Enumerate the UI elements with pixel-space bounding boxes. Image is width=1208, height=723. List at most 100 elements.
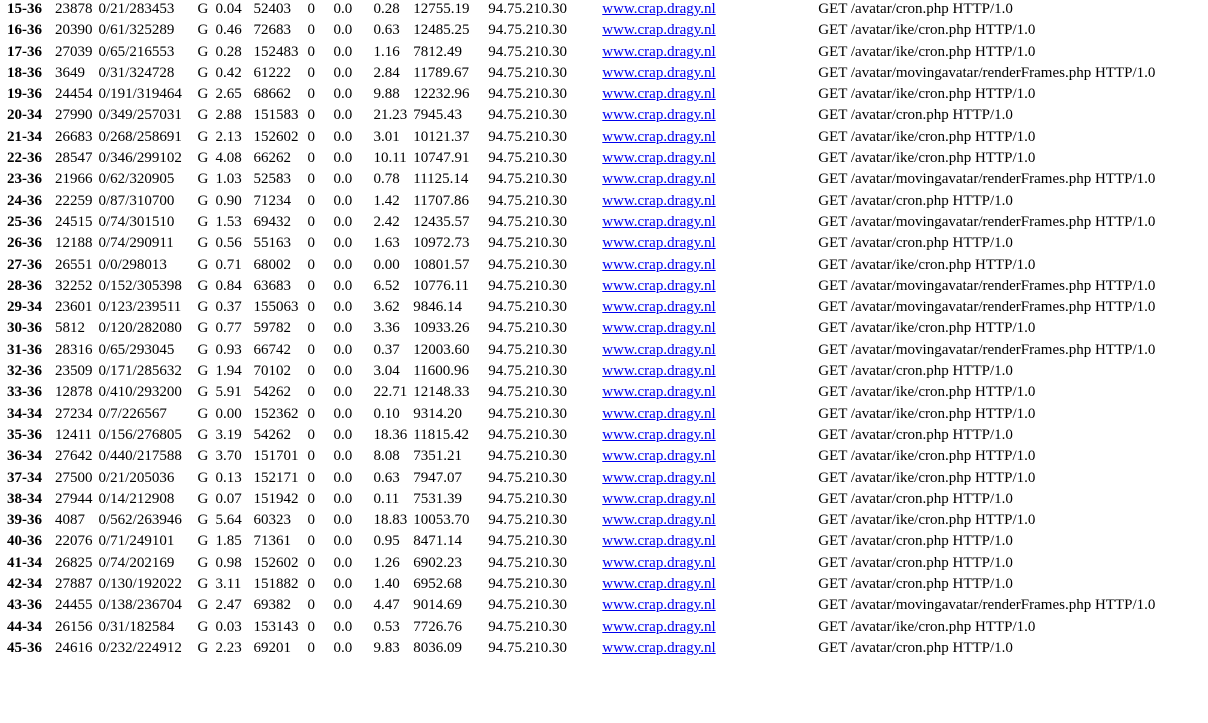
vhost-link[interactable]: www.crap.dragy.nl (602, 470, 715, 486)
vhost-link[interactable]: www.crap.dragy.nl (602, 619, 715, 635)
conn-kb-cell: 0.0 (333, 618, 353, 635)
conn-kb-cell: 0.0 (333, 235, 353, 252)
vhost-cell: www.crap.dragy.nl (600, 234, 814, 253)
table-row: 17-36 27039 0/65/216553 G 0.28 152483 0 0.0 1.16… (5, 43, 1180, 62)
access-count-cell: 0/65/216553 (98, 43, 175, 60)
child-mb-cell: 2.42 (373, 213, 400, 230)
server-number-cell: 45-36 (7, 639, 42, 656)
table-row: 18-36 3649 0/31/324728 G 0.42 61222 0 0.0 2.84 11… (5, 64, 1180, 83)
vhost-link[interactable]: www.crap.dragy.nl (602, 427, 715, 443)
seconds-since-cell: 155063 (253, 299, 299, 316)
client-ip-cell: 94.75.210.30 (488, 469, 567, 486)
server-number-cell: 31-36 (7, 341, 42, 358)
request-ms-cell: 0 (307, 512, 316, 529)
table-row: 28-36 32252 0/152/305398 G 0.84 63683 0 0.0 6.52… (5, 277, 1180, 296)
conn-kb-cell: 0.0 (333, 512, 353, 529)
vhost-link[interactable]: www.crap.dragy.nl (602, 320, 715, 336)
conn-kb-cell: 0.0 (333, 320, 353, 337)
slot-mb-cell: 7726.76 (413, 618, 462, 635)
vhost-link[interactable]: www.crap.dragy.nl (602, 22, 715, 38)
vhost-link[interactable]: www.crap.dragy.nl (602, 171, 715, 187)
vhost-link[interactable]: www.crap.dragy.nl (602, 491, 715, 507)
vhost-link[interactable]: www.crap.dragy.nl (602, 299, 715, 315)
vhost-link[interactable]: www.crap.dragy.nl (602, 512, 715, 528)
vhost-link[interactable]: www.crap.dragy.nl (602, 193, 715, 209)
vhost-link[interactable]: www.crap.dragy.nl (602, 533, 715, 549)
server-number-cell: 22-36 (7, 150, 42, 167)
slot-mb-cell: 7945.43 (413, 107, 462, 124)
mode-cell: G (197, 256, 209, 273)
vhost-link[interactable]: www.crap.dragy.nl (602, 129, 715, 145)
vhost-link[interactable]: www.crap.dragy.nl (602, 342, 715, 358)
vhost-link[interactable]: www.crap.dragy.nl (602, 107, 715, 123)
mode-cell: G (197, 64, 209, 81)
server-number-cell: 44-34 (7, 618, 42, 635)
slot-mb-cell: 10776.11 (413, 277, 469, 294)
client-ip-cell: 94.75.210.30 (488, 43, 567, 60)
pid-cell: 12188 (55, 235, 93, 252)
access-count-cell: 0/232/224912 (98, 639, 182, 656)
request-cell: GET /avatar/cron.php HTTP/1.0 (818, 426, 1013, 443)
pid-cell: 28547 (55, 150, 93, 167)
conn-kb-cell: 0.0 (333, 171, 353, 188)
table-row: 45-36 24616 0/232/224912 G 2.23 69201 0 0.0 9.83… (5, 639, 1180, 658)
vhost-link[interactable]: www.crap.dragy.nl (602, 44, 715, 60)
request-ms-cell: 0 (307, 277, 316, 294)
vhost-cell: www.crap.dragy.nl (600, 106, 814, 125)
vhost-link[interactable]: www.crap.dragy.nl (602, 150, 715, 166)
vhost-link[interactable]: www.crap.dragy.nl (602, 384, 715, 400)
server-number-cell: 27-36 (7, 256, 42, 273)
child-mb-cell: 3.62 (373, 299, 400, 316)
slot-mb-cell: 10747.91 (413, 150, 470, 167)
request-ms-cell: 0 (307, 426, 316, 443)
mode-cell: G (197, 405, 209, 422)
seconds-since-cell: 68662 (253, 86, 292, 103)
request-ms-cell: 0 (307, 341, 316, 358)
pid-cell: 22259 (55, 192, 93, 209)
seconds-since-cell: 70102 (253, 363, 292, 380)
table-row: 37-34 27500 0/21/205036 G 0.13 152171 0 0.0 0.63… (5, 469, 1180, 488)
request-cell: GET /avatar/movingavatar/renderFrames.ph… (818, 213, 1156, 230)
mode-cell: G (197, 1, 209, 17)
vhost-link[interactable]: www.crap.dragy.nl (602, 640, 715, 656)
cpu-cell: 2.65 (215, 86, 242, 103)
mode-cell: G (197, 576, 209, 593)
client-ip-cell: 94.75.210.30 (488, 150, 567, 167)
slot-mb-cell: 7351.21 (413, 448, 462, 465)
slot-mb-cell: 12148.33 (413, 384, 470, 401)
cpu-cell: 0.04 (215, 1, 242, 17)
cpu-cell: 5.91 (215, 384, 242, 401)
vhost-link[interactable]: www.crap.dragy.nl (602, 555, 715, 571)
vhost-link[interactable]: www.crap.dragy.nl (602, 448, 715, 464)
conn-kb-cell: 0.0 (333, 448, 353, 465)
server-number-cell: 43-36 (7, 597, 42, 614)
vhost-link[interactable]: www.crap.dragy.nl (602, 1, 715, 17)
vhost-link[interactable]: www.crap.dragy.nl (602, 65, 715, 81)
child-mb-cell: 0.11 (373, 490, 400, 507)
vhost-link[interactable]: www.crap.dragy.nl (602, 235, 715, 251)
child-mb-cell: 10.11 (373, 150, 407, 167)
vhost-link[interactable]: www.crap.dragy.nl (602, 86, 715, 102)
mode-cell: G (197, 192, 209, 209)
client-ip-cell: 94.75.210.30 (488, 405, 567, 422)
vhost-link[interactable]: www.crap.dragy.nl (602, 278, 715, 294)
seconds-since-cell: 151583 (253, 107, 299, 124)
server-number-cell: 36-34 (7, 448, 42, 465)
vhost-link[interactable]: www.crap.dragy.nl (602, 363, 715, 379)
mode-cell: G (197, 490, 209, 507)
cpu-cell: 0.93 (215, 341, 242, 358)
table-row: 19-36 24454 0/191/319464 G 2.65 68662 0 0.0 9.88… (5, 85, 1180, 104)
request-cell: GET /avatar/ike/cron.php HTTP/1.0 (818, 256, 1036, 273)
vhost-link[interactable]: www.crap.dragy.nl (602, 214, 715, 230)
conn-kb-cell: 0.0 (333, 597, 353, 614)
request-cell: GET /avatar/movingavatar/renderFrames.ph… (818, 341, 1156, 358)
vhost-link[interactable]: www.crap.dragy.nl (602, 576, 715, 592)
seconds-since-cell: 152171 (253, 469, 299, 486)
vhost-link[interactable]: www.crap.dragy.nl (602, 597, 715, 613)
request-ms-cell: 0 (307, 150, 316, 167)
seconds-since-cell: 61222 (253, 64, 292, 81)
vhost-link[interactable]: www.crap.dragy.nl (602, 406, 715, 422)
vhost-link[interactable]: www.crap.dragy.nl (602, 257, 715, 273)
seconds-since-cell: 54262 (253, 426, 292, 443)
request-ms-cell: 0 (307, 64, 316, 81)
